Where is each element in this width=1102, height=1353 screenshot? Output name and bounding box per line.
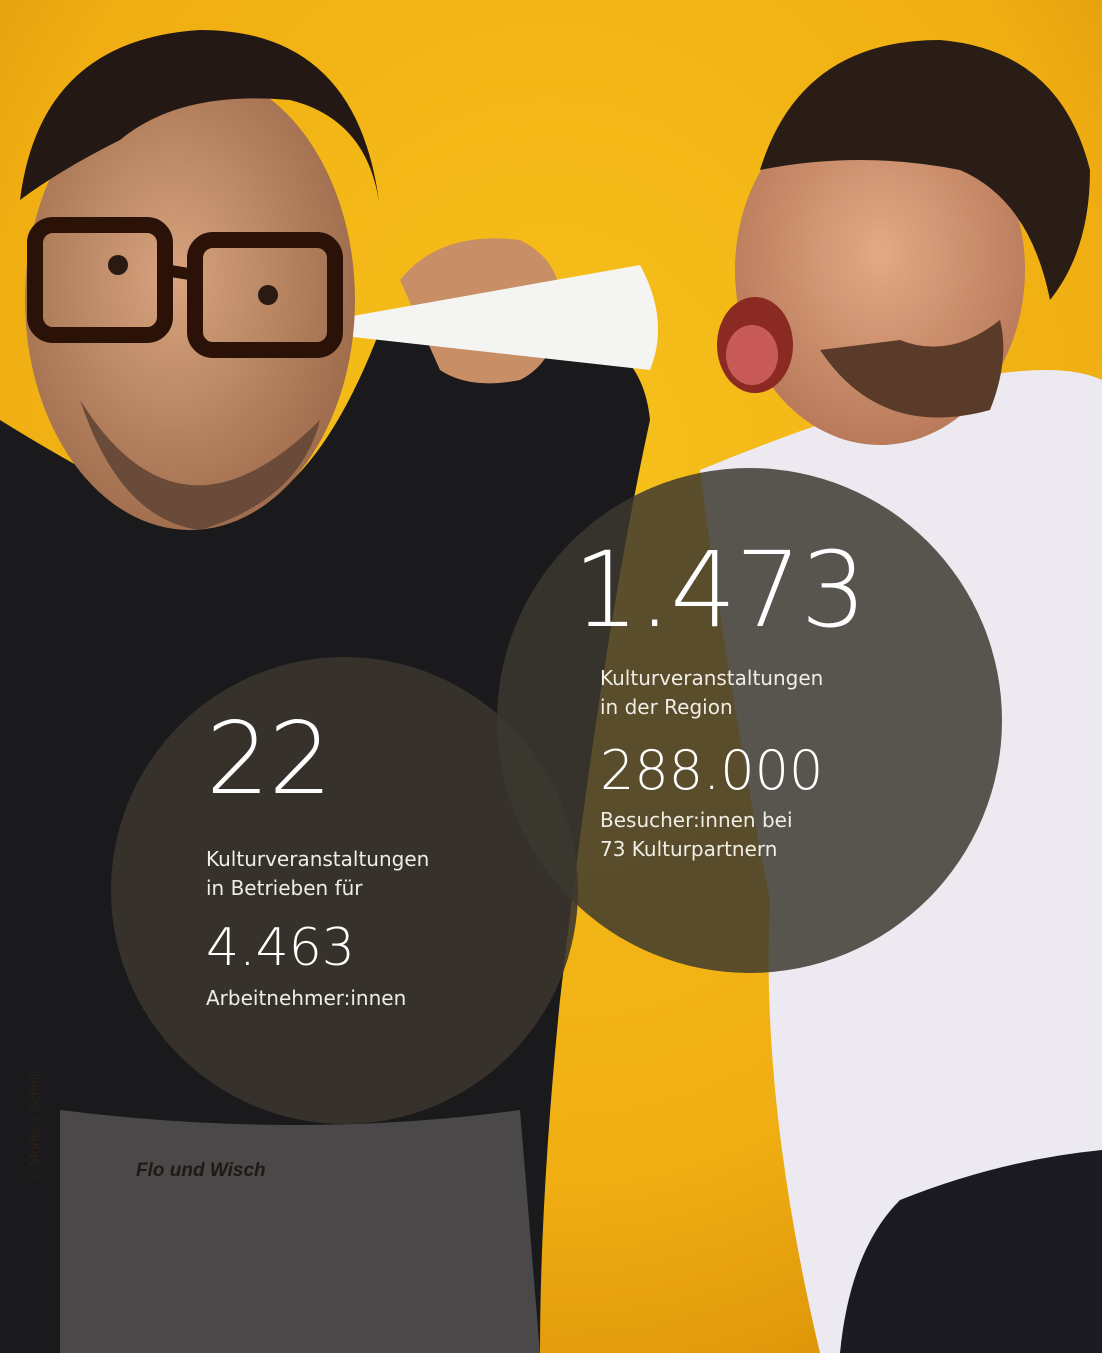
stat-number: 1.473 (573, 529, 867, 651)
stat-label-line1: Kulturveranstaltungen (206, 847, 430, 871)
stat-secondary-number: 288.000 (600, 739, 824, 802)
stat-secondary-label: Arbeitnehmer:innen (206, 986, 407, 1010)
stat-label-line2: in Betrieben für (206, 876, 363, 900)
stat-label-line2: in der Region (600, 695, 733, 719)
stat-secondary-number: 4.463 (206, 918, 355, 978)
stat-label-line1: Kulturveranstaltungen (600, 666, 824, 690)
stats-circle-right: 1.473 Kulturveranstaltungen in der Regio… (497, 468, 1002, 973)
stat-secondary-label-line2: 73 Kulturpartnern (600, 837, 778, 861)
photo-caption: Flo und Wisch (136, 1160, 266, 1181)
stat-secondary-label-line1: Besucher:innen bei (600, 808, 793, 832)
stat-number: 22 (206, 700, 332, 817)
photo-credit: © Moritz + Schell (26, 1073, 42, 1180)
